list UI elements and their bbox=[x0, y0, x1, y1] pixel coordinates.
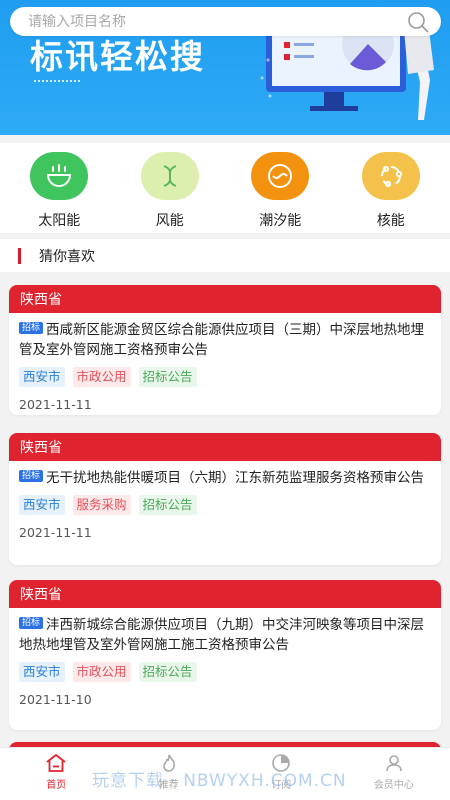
section-title: 猜你喜欢 bbox=[39, 248, 95, 265]
tender-badge: 招标 bbox=[19, 470, 44, 482]
city-tag: 西安市 bbox=[19, 367, 65, 387]
category-tag: 市政公用 bbox=[72, 367, 131, 387]
banner-title: 标讯轻松搜 bbox=[30, 37, 205, 76]
home-icon bbox=[46, 754, 66, 772]
section-header: 猜你喜欢 bbox=[0, 239, 450, 272]
card-province: 陕西省 bbox=[9, 285, 441, 313]
category-label: 风能 bbox=[155, 213, 184, 229]
section-marker bbox=[18, 247, 21, 264]
user-icon bbox=[385, 755, 402, 772]
category-wind[interactable]: 风能 bbox=[125, 143, 215, 233]
search-icon[interactable] bbox=[407, 11, 429, 33]
nav-recommend[interactable]: 推荐 bbox=[124, 748, 214, 800]
type-tag: 招标公告 bbox=[138, 495, 197, 515]
banner: 标讯轻松搜 bbox=[0, 0, 450, 135]
nav-subscribe[interactable]: 订阅 bbox=[236, 748, 326, 800]
category-tide[interactable]: 潮汐能 bbox=[235, 143, 325, 233]
card-province: 陕西省 bbox=[9, 580, 441, 608]
category-tag: 市政公用 bbox=[72, 662, 131, 682]
wind-icon bbox=[140, 152, 199, 200]
nav-label: 订阅 bbox=[271, 780, 292, 791]
tender-badge: 招标 bbox=[19, 617, 44, 629]
city-tag: 西安市 bbox=[19, 662, 65, 682]
pie-chart-icon bbox=[272, 754, 291, 772]
card-title[interactable]: 招标 无干扰地热能供暖项目（六期）江东新苑监理服务资格预审公告 bbox=[19, 468, 427, 488]
category-grid: 太阳能 风能 潮汐能 核能 bbox=[0, 143, 450, 233]
bottom-nav: 首页 推荐 订阅 会员中心 bbox=[0, 747, 450, 800]
search-input[interactable] bbox=[28, 13, 407, 30]
card-title[interactable]: 招标 西咸新区能源金贸区综合能源供应项目（三期）中深层地热地埋管及室外管网施工资格… bbox=[19, 320, 427, 360]
nav-label: 首页 bbox=[46, 780, 67, 791]
nav-label: 会员中心 bbox=[373, 780, 414, 791]
tender-card[interactable]: 陕西省 招标 无干扰地热能供暖项目（六期）江东新苑监理服务资格预审公告 西安市 服… bbox=[9, 433, 441, 565]
tide-wave-icon bbox=[251, 152, 310, 200]
nuclear-icon bbox=[361, 152, 420, 200]
nav-member[interactable]: 会员中心 bbox=[349, 748, 439, 800]
category-nuclear[interactable]: 核能 bbox=[346, 143, 436, 233]
city-tag: 西安市 bbox=[19, 495, 65, 515]
tender-card[interactable]: 陕西省 招标 西咸新区能源金贸区综合能源供应项目（三期）中深层地热地埋管及室外管网… bbox=[9, 285, 441, 415]
category-label: 核能 bbox=[376, 213, 405, 229]
search-bar[interactable] bbox=[10, 7, 441, 36]
tender-card[interactable]: 陕西省 招标 沣西新城综合能源供应项目（九期）中交沣河映象等项目中深层地热地埋管及… bbox=[9, 580, 441, 730]
tender-badge: 招标 bbox=[19, 322, 44, 334]
card-title[interactable]: 招标 沣西新城综合能源供应项目（九期）中交沣河映象等项目中深层地热地埋管及室外管网… bbox=[19, 615, 427, 655]
category-solar[interactable]: 太阳能 bbox=[14, 143, 104, 233]
card-date: 2021-11-11 bbox=[19, 397, 92, 412]
category-label: 潮汐能 bbox=[259, 213, 302, 229]
type-tag: 招标公告 bbox=[138, 367, 197, 387]
solar-pot-icon bbox=[30, 152, 89, 200]
card-date: 2021-11-10 bbox=[19, 692, 92, 707]
nav-label: 推荐 bbox=[158, 780, 179, 791]
category-tag: 服务采购 bbox=[72, 495, 131, 515]
card-province: 陕西省 bbox=[9, 433, 441, 461]
type-tag: 招标公告 bbox=[138, 662, 197, 682]
flame-icon bbox=[162, 754, 175, 772]
card-date: 2021-11-11 bbox=[19, 525, 92, 540]
category-label: 太阳能 bbox=[38, 213, 81, 229]
banner-decoration bbox=[34, 76, 80, 82]
nav-home[interactable]: 首页 bbox=[11, 748, 101, 800]
